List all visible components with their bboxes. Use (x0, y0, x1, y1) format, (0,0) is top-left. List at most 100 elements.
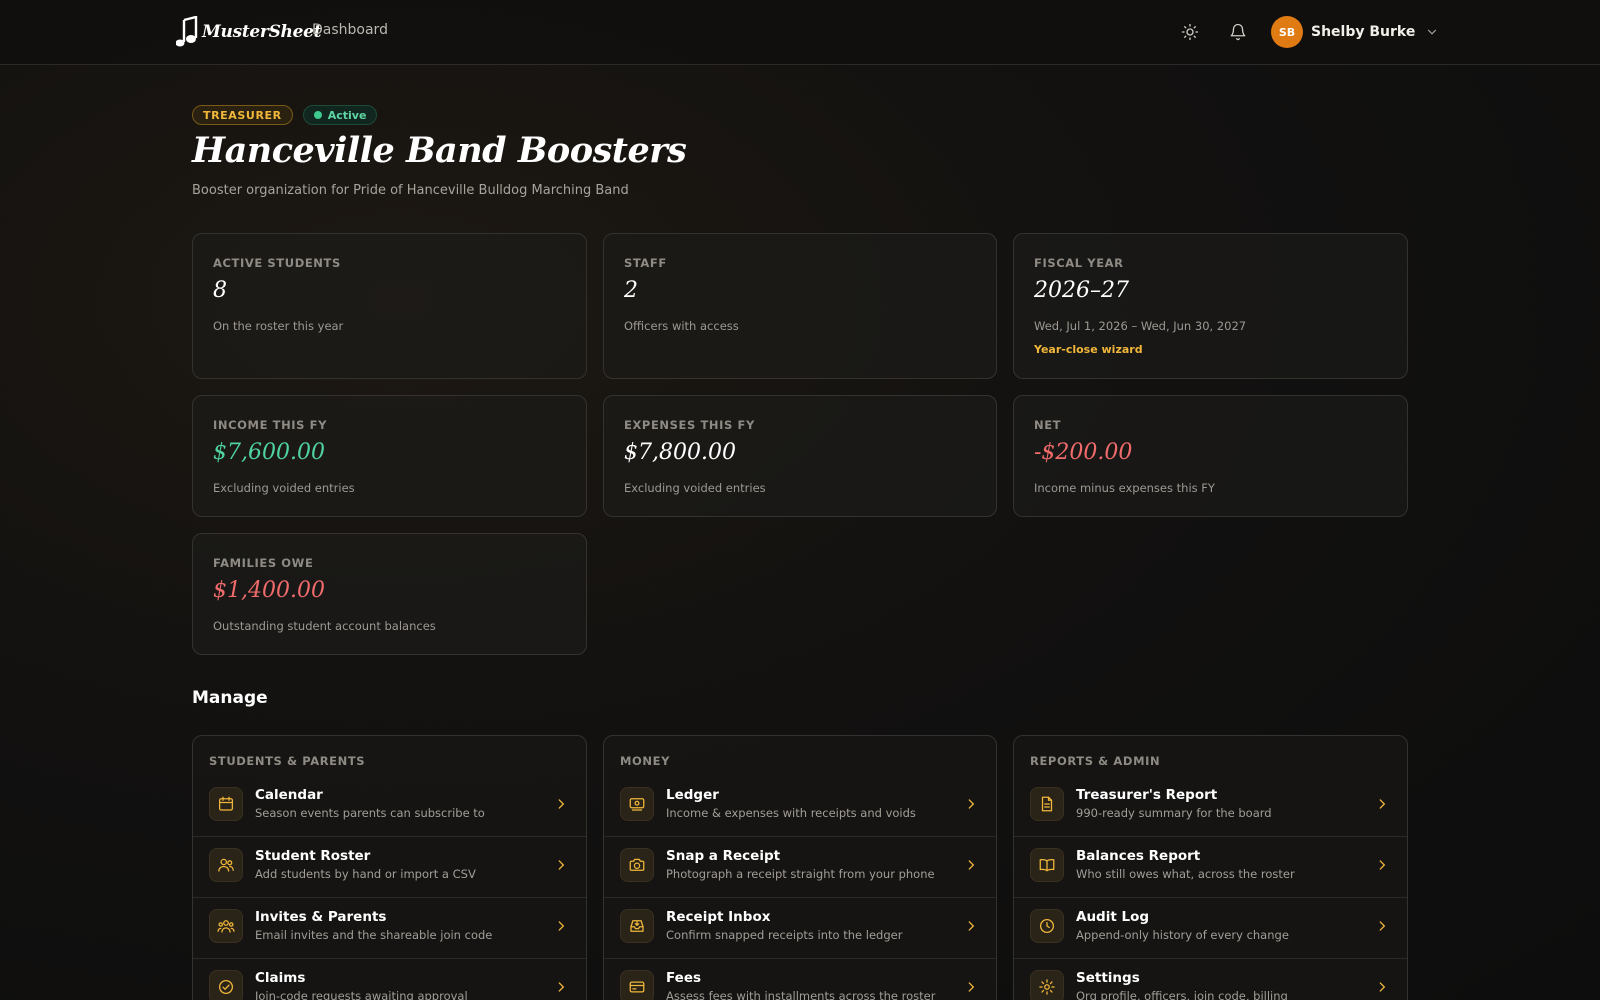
manage-item-desc: Confirm snapped receipts into the ledger (666, 928, 903, 942)
manage-item-desc: Email invites and the shareable join cod… (255, 928, 493, 942)
stat-card-families-owe: FAMILIES OWE $1,400.00 Outstanding stude… (192, 533, 587, 655)
notifications-button[interactable] (1226, 20, 1250, 44)
stat-label: ACTIVE STUDENTS (213, 256, 341, 270)
manage-item-title: Ledger (666, 787, 719, 803)
stat-value: $7,800.00 (624, 440, 736, 465)
chevron-right-icon (968, 921, 975, 931)
chevron-right-icon (1379, 982, 1386, 992)
logo-text: MusterSheet (202, 22, 322, 42)
stat-card-income: INCOME THIS FY $7,600.00 Excluding voide… (192, 395, 587, 517)
stat-label: INCOME THIS FY (213, 418, 328, 432)
manage-item-claims[interactable]: Claims Join-code requests awaiting appro… (193, 959, 586, 1000)
chevron-right-icon (558, 860, 565, 870)
manage-item-invites-parents[interactable]: Invites & Parents Email invites and the … (193, 898, 586, 959)
status-dot-icon (313, 111, 322, 119)
manage-item-calendar[interactable]: Calendar Season events parents can subsc… (193, 776, 586, 837)
manage-item-title: Balances Report (1076, 848, 1201, 864)
manage-item-desc: Assess fees with installments across the… (666, 989, 936, 1000)
avatar: SB (1271, 16, 1303, 48)
page-title: Hanceville Band Boosters (192, 130, 687, 171)
chevron-right-icon (1379, 921, 1386, 931)
stat-note: Officers with access (624, 319, 739, 333)
panel-heading: REPORTS & ADMIN (1030, 754, 1161, 768)
stat-note: Outstanding student account balances (213, 619, 436, 633)
stat-value: -$200.00 (1034, 440, 1133, 465)
manage-item-title: Fees (666, 970, 702, 986)
manage-item-snap-receipt[interactable]: Snap a Receipt Photograph a receipt stra… (604, 837, 996, 898)
ledger-icon (620, 787, 654, 821)
sun-icon (1181, 23, 1199, 41)
stat-card-staff: STAFF 2 Officers with access (603, 233, 997, 379)
manage-item-title: Settings (1076, 970, 1140, 986)
stat-label: FAMILIES OWE (213, 556, 314, 570)
manage-item-fees[interactable]: Fees Assess fees with installments acros… (604, 959, 996, 1000)
stat-label: FISCAL YEAR (1034, 256, 1124, 270)
inbox-icon (620, 909, 654, 943)
stat-value: 2026–27 (1034, 278, 1129, 303)
stat-value: $7,600.00 (213, 440, 325, 465)
user-name: Shelby Burke (1311, 24, 1416, 40)
manage-item-title: Treasurer's Report (1076, 787, 1218, 803)
stat-card-fiscal-year: FISCAL YEAR 2026–27 Wed, Jul 1, 2026 – W… (1013, 233, 1408, 379)
manage-item-desc: Who still owes what, across the roster (1076, 867, 1295, 881)
manage-item-title: Audit Log (1076, 909, 1150, 925)
stat-label: NET (1034, 418, 1062, 432)
calendar-icon (209, 787, 243, 821)
theme-toggle-button[interactable] (1178, 20, 1202, 44)
stat-card-active-students: ACTIVE STUDENTS 8 On the roster this yea… (192, 233, 587, 379)
page-subtitle: Booster organization for Pride of Hancev… (192, 183, 629, 198)
check-circle-icon (209, 970, 243, 1000)
stat-value: 8 (213, 278, 227, 303)
manage-item-desc: Photograph a receipt straight from your … (666, 867, 935, 881)
manage-item-desc: 990-ready summary for the board (1076, 806, 1272, 820)
top-navigation-bar: MusterSheet Dashboard SB Shelby Burke (0, 0, 1600, 65)
manage-item-ledger[interactable]: Ledger Income & expenses with receipts a… (604, 776, 996, 837)
chevron-right-icon (558, 799, 565, 809)
org-badges: TREASURER Active (192, 105, 378, 125)
manage-item-receipt-inbox[interactable]: Receipt Inbox Confirm snapped receipts i… (604, 898, 996, 959)
manage-item-balances-report[interactable]: Balances Report Who still owes what, acr… (1014, 837, 1407, 898)
document-icon (1030, 787, 1064, 821)
camera-icon (620, 848, 654, 882)
stat-card-expenses: EXPENSES THIS FY $7,800.00 Excluding voi… (603, 395, 997, 517)
stat-note: Income minus expenses this FY (1034, 481, 1215, 495)
panel-money: MONEY Ledger Income & expenses with rece… (603, 735, 997, 1000)
stat-label: STAFF (624, 256, 667, 270)
manage-item-treasurers-report[interactable]: Treasurer's Report 990-ready summary for… (1014, 776, 1407, 837)
chevron-right-icon (1379, 799, 1386, 809)
manage-item-title: Student Roster (255, 848, 371, 864)
manage-section-title: Manage (192, 688, 268, 708)
chevron-right-icon (558, 921, 565, 931)
group-icon (209, 909, 243, 943)
status-badge-label: Active (327, 108, 367, 122)
manage-item-settings[interactable]: Settings Org profile, officers, join cod… (1014, 959, 1407, 1000)
manage-item-desc: Org profile, officers, join code, billin… (1076, 989, 1288, 1000)
bell-icon (1230, 23, 1246, 41)
nav-dashboard-link[interactable]: Dashboard (312, 22, 388, 38)
stat-value: $1,400.00 (213, 578, 325, 603)
stat-value: 2 (624, 278, 638, 303)
credit-card-icon (620, 970, 654, 1000)
status-badge: Active (302, 105, 378, 125)
manage-item-student-roster[interactable]: Student Roster Add students by hand or i… (193, 837, 586, 898)
manage-item-audit-log[interactable]: Audit Log Append-only history of every c… (1014, 898, 1407, 959)
panel-heading: MONEY (620, 754, 671, 768)
users-icon (209, 848, 243, 882)
panel-heading: STUDENTS & PARENTS (209, 754, 366, 768)
chevron-right-icon (968, 982, 975, 992)
chevron-right-icon (968, 860, 975, 870)
stat-note: Excluding voided entries (624, 481, 766, 495)
book-icon (1030, 848, 1064, 882)
manage-item-title: Claims (255, 970, 306, 986)
stat-card-net: NET -$200.00 Income minus expenses this … (1013, 395, 1408, 517)
year-close-wizard-link[interactable]: Year-close wizard (1034, 343, 1143, 356)
manage-item-desc: Join-code requests awaiting approval (255, 989, 468, 1000)
role-badge: TREASURER (192, 105, 293, 125)
music-note-icon (176, 16, 198, 47)
logo[interactable]: MusterSheet (176, 14, 322, 50)
manage-item-desc: Season events parents can subscribe to (255, 806, 485, 820)
panel-reports-admin: REPORTS & ADMIN Treasurer's Report 990-r… (1013, 735, 1408, 1000)
user-menu[interactable]: SB Shelby Burke (1271, 16, 1439, 48)
manage-item-title: Invites & Parents (255, 909, 387, 925)
stat-note: On the roster this year (213, 319, 344, 333)
